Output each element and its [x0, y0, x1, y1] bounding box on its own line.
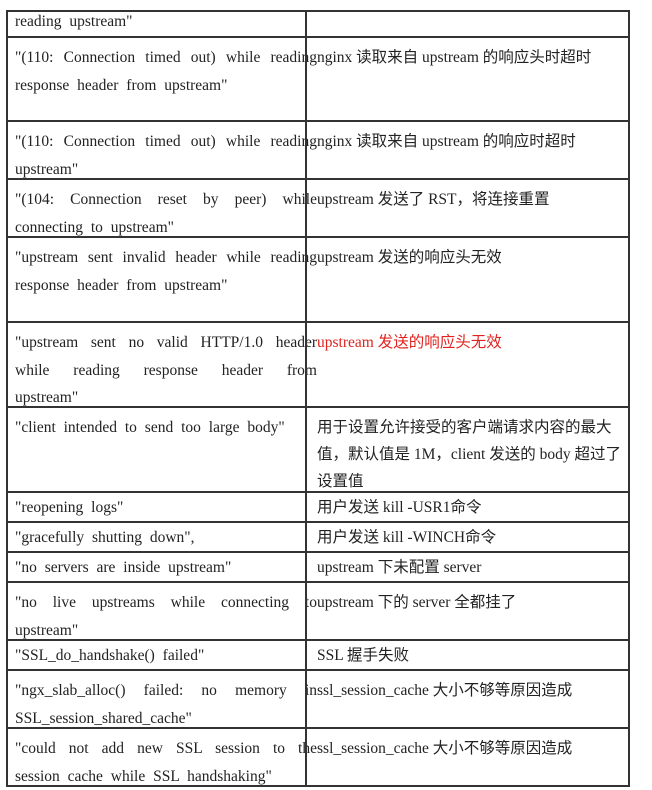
error-description: SSL 握手失败 — [317, 647, 410, 664]
error-description: 用户发送 kill -USR1命令 — [317, 499, 482, 516]
table-row: "gracefully shutting down", 用户发送 kill -W… — [6, 523, 630, 553]
table-row: "client intended to send too large body"… — [6, 408, 630, 493]
table-row: reading upstream" — [6, 10, 630, 38]
error-description: upstream 发送的响应头无效 — [317, 249, 502, 266]
table-row: "(110: Connection timed out) while readi… — [6, 122, 630, 180]
error-message: "(104: Connection reset by peer) while c… — [15, 191, 317, 236]
error-description: ssl_session_cache 大小不够等原因造成 — [317, 740, 573, 757]
error-message: "(110: Connection timed out) while readi… — [15, 133, 317, 178]
table-row: "SSL_do_handshake() failed" SSL 握手失败 — [6, 641, 630, 671]
table-row: "upstream sent invalid header while read… — [6, 238, 630, 323]
error-description: nginx 读取来自 upstream 的响应时超时 — [317, 133, 576, 150]
error-message: "could not add new SSL session to the se… — [15, 740, 317, 785]
table-row: "upstream sent no valid HTTP/1.0 header … — [6, 323, 630, 408]
table-row: "(104: Connection reset by peer) while c… — [6, 180, 630, 238]
table-row: "no servers are inside upstream" upstrea… — [6, 553, 630, 583]
error-message: "reopening logs" — [15, 499, 124, 516]
error-table: reading upstream" "(110: Connection time… — [6, 10, 630, 787]
error-description: 用于设置允许接受的客户端请求内容的最大值，默认值是 1M，client 发送的 … — [317, 419, 621, 490]
table-row: "reopening logs" 用户发送 kill -USR1命令 — [6, 493, 630, 523]
error-message: "no servers are inside upstream" — [15, 559, 232, 576]
error-message: "client intended to send too large body" — [15, 419, 285, 436]
error-message: "(110: Connection timed out) while readi… — [15, 49, 317, 94]
error-message: "gracefully shutting down", — [15, 529, 195, 546]
error-message: "upstream sent no valid HTTP/1.0 header … — [15, 334, 317, 406]
error-description: upstream 发送了 RST，将连接重置 — [317, 191, 550, 208]
error-message: "ngx_slab_alloc() failed: no memory in S… — [15, 682, 317, 727]
error-message: "no live upstreams while connecting to u… — [15, 594, 317, 639]
error-message: "SSL_do_handshake() failed" — [15, 647, 205, 664]
error-message: "upstream sent invalid header while read… — [15, 249, 317, 294]
table-row: "(110: Connection timed out) while readi… — [6, 38, 630, 122]
error-description: upstream 下未配置 server — [317, 559, 482, 576]
error-description: nginx 读取来自 upstream 的响应头时超时 — [317, 49, 592, 66]
table-row: "ngx_slab_alloc() failed: no memory in S… — [6, 671, 630, 729]
table-row: "no live upstreams while connecting to u… — [6, 583, 630, 641]
table-row: "could not add new SSL session to the se… — [6, 729, 630, 787]
error-description: upstream 下的 server 全都挂了 — [317, 594, 517, 611]
error-description-highlighted: upstream 发送的响应头无效 — [317, 334, 502, 351]
error-message: reading upstream" — [15, 13, 133, 30]
error-description: 用户发送 kill -WINCH命令 — [317, 529, 497, 546]
error-description: ssl_session_cache 大小不够等原因造成 — [317, 682, 573, 699]
